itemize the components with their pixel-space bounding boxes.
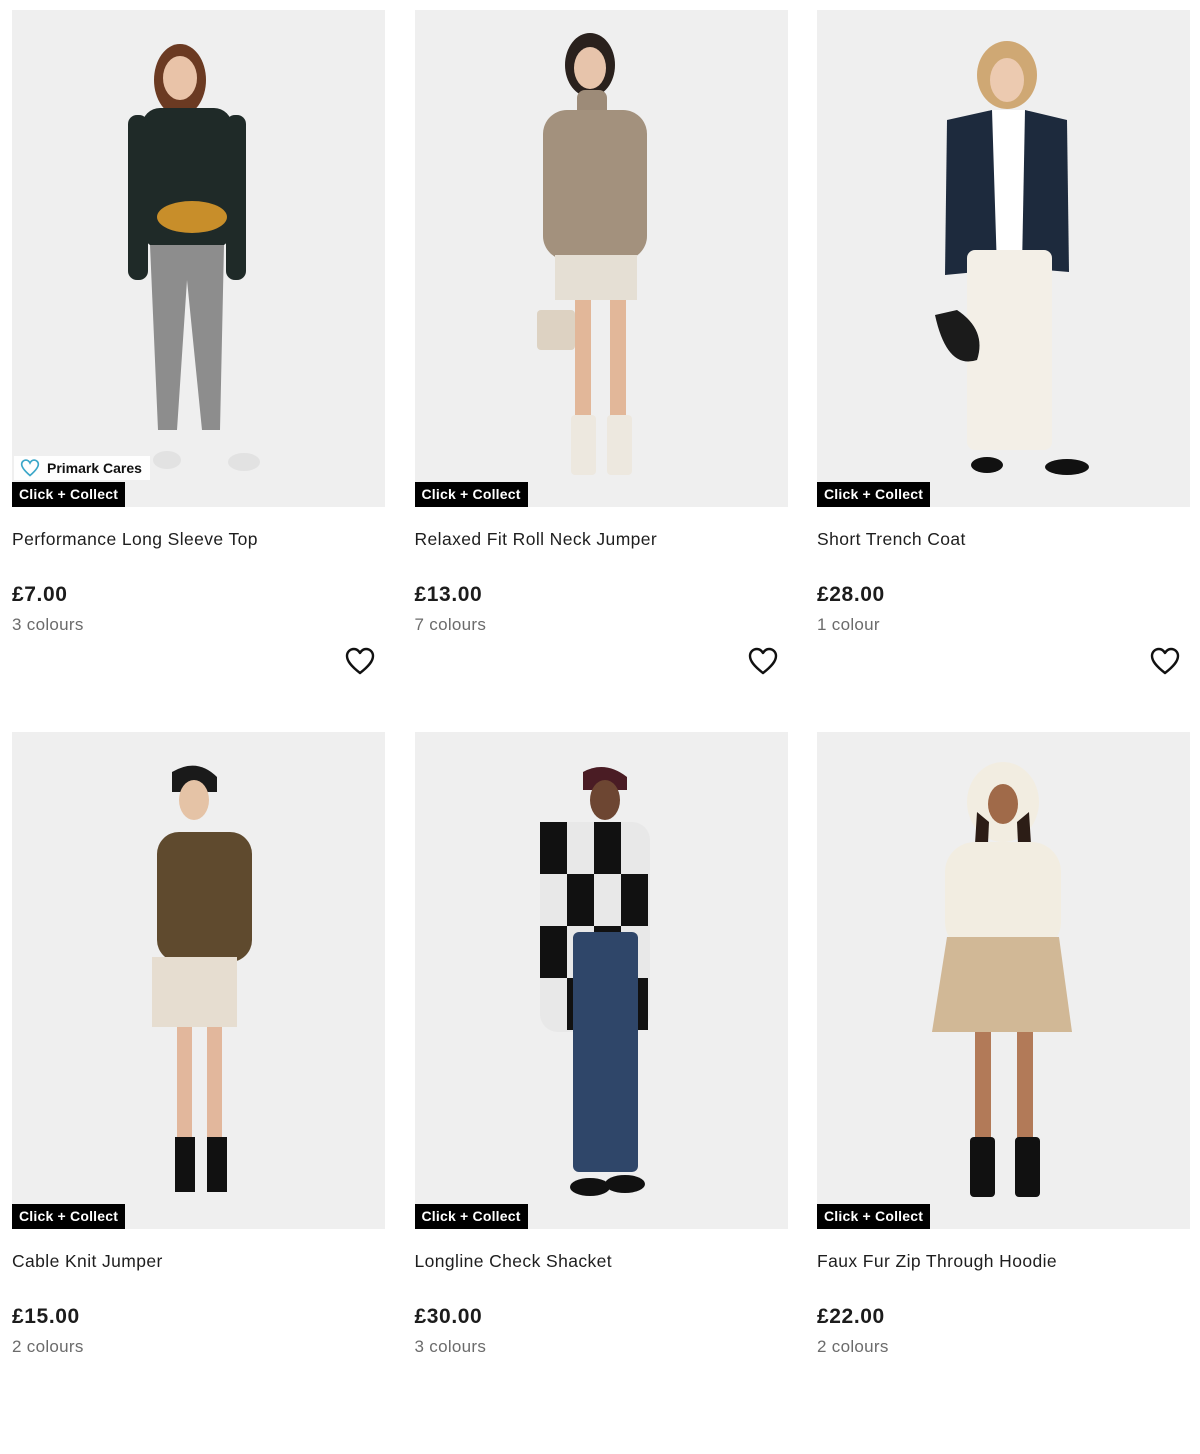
heart-outline-icon[interactable] xyxy=(748,647,778,675)
model-photo xyxy=(536,33,647,475)
product-card[interactable]: Click + Collect Short Trench Coat £28.00… xyxy=(817,10,1190,732)
product-grid: Primark Cares Click + Collect Performanc… xyxy=(12,10,1190,1454)
product-image[interactable]: Click + Collect xyxy=(414,10,788,507)
product-image[interactable]: Click + Collect xyxy=(414,732,788,1229)
product-image[interactable]: Primark Cares Click + Collect xyxy=(12,10,385,507)
product-title[interactable]: Performance Long Sleeve Top xyxy=(12,529,385,550)
product-card[interactable]: Click + Collect Faux Fur Zip Through Hoo… xyxy=(817,732,1190,1454)
product-card[interactable]: Primark Cares Click + Collect Performanc… xyxy=(12,10,385,732)
click-collect-badge: Click + Collect xyxy=(414,1204,528,1229)
product-title[interactable]: Faux Fur Zip Through Hoodie xyxy=(817,1251,1190,1272)
colour-count[interactable]: 3 colours xyxy=(12,615,385,635)
product-card[interactable]: Click + Collect Longline Check Shacket £… xyxy=(414,732,788,1454)
product-card[interactable]: Click + Collect Relaxed Fit Roll Neck Ju… xyxy=(414,10,788,732)
model-photo xyxy=(128,44,260,471)
model-photo xyxy=(152,765,252,1192)
product-title[interactable]: Cable Knit Jumper xyxy=(12,1251,385,1272)
click-collect-badge: Click + Collect xyxy=(817,1204,931,1229)
product-price: £22.00 xyxy=(817,1305,885,1328)
model-photo xyxy=(539,767,650,1196)
model-photo xyxy=(935,41,1089,475)
heart-icon xyxy=(20,459,40,477)
product-title[interactable]: Relaxed Fit Roll Neck Jumper xyxy=(415,529,788,550)
product-price: £30.00 xyxy=(414,1305,483,1328)
product-title[interactable]: Longline Check Shacket xyxy=(415,1251,788,1272)
heart-outline-icon[interactable] xyxy=(345,647,375,675)
product-image[interactable]: Click + Collect xyxy=(12,732,385,1229)
colour-count[interactable]: 3 colours xyxy=(415,1337,788,1357)
colour-count[interactable]: 1 colour xyxy=(817,615,1190,635)
click-collect-badge: Click + Collect xyxy=(12,1204,126,1229)
product-title[interactable]: Short Trench Coat xyxy=(817,529,1190,550)
product-image[interactable]: Click + Collect xyxy=(817,10,1190,507)
product-price: £15.00 xyxy=(12,1305,80,1328)
product-price: £13.00 xyxy=(414,583,483,606)
product-price: £7.00 xyxy=(12,583,68,606)
click-collect-badge: Click + Collect xyxy=(12,482,126,507)
colour-count[interactable]: 2 colours xyxy=(12,1337,385,1357)
cares-label: Primark Cares xyxy=(47,460,142,476)
click-collect-badge: Click + Collect xyxy=(817,482,931,507)
primark-cares-badge: Primark Cares xyxy=(14,456,150,480)
colour-count[interactable]: 7 colours xyxy=(415,615,788,635)
product-price: £28.00 xyxy=(817,583,885,606)
product-card[interactable]: Click + Collect Cable Knit Jumper £15.00… xyxy=(12,732,385,1454)
click-collect-badge: Click + Collect xyxy=(414,482,528,507)
product-image[interactable]: Click + Collect xyxy=(817,732,1190,1229)
model-photo xyxy=(932,762,1072,1197)
heart-outline-icon[interactable] xyxy=(1150,647,1180,675)
colour-count[interactable]: 2 colours xyxy=(817,1337,1190,1357)
